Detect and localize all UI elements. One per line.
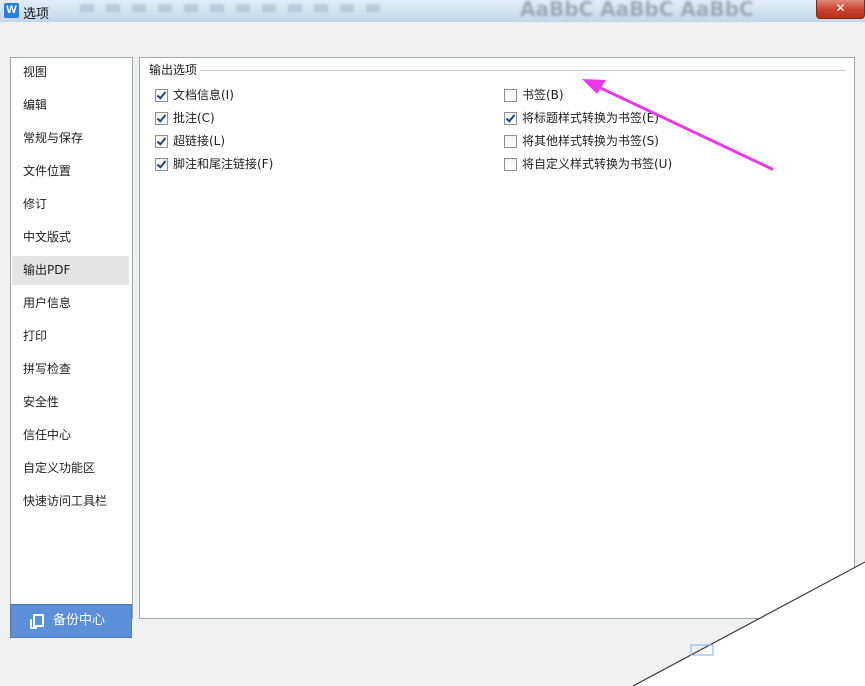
sidebar-item[interactable]: 用户信息 [12, 289, 129, 318]
checkmark-icon [156, 158, 167, 169]
sidebar-item[interactable]: 拼写检查 [12, 355, 129, 384]
checkbox-unchecked[interactable] [504, 158, 517, 171]
checkbox-label: 超链接(L) [173, 134, 226, 148]
checkbox-label: 将标题样式转换为书签(E) [522, 111, 659, 125]
checkmark-icon [156, 89, 167, 100]
sidebar-item[interactable]: 常规与保存 [12, 124, 129, 153]
sidebar-item[interactable]: 信任中心 [12, 421, 129, 450]
checkbox-checked[interactable] [504, 112, 517, 125]
checkbox-checked[interactable] [155, 135, 168, 148]
checkbox-label: 文档信息(I) [173, 88, 234, 102]
title-bar: AaBbC AaBbC AaBbC W 选项 ✕ [0, 0, 865, 22]
backup-icon [30, 614, 44, 629]
checkbox-label: 书签(B) [522, 88, 564, 102]
sidebar-item[interactable]: 安全性 [12, 388, 129, 417]
checkbox-label: 脚注和尾注链接(F) [173, 157, 274, 171]
options-dialog: 视图编辑常规与保存文件位置修订中文版式输出PDF 用户信息打印拼写检查安全性信任中… [0, 22, 865, 686]
checkbox-checked[interactable] [155, 158, 168, 171]
sidebar-item[interactable]: 打印 [12, 322, 129, 351]
group-divider [148, 70, 845, 71]
sidebar-item[interactable]: 文件位置 [12, 157, 129, 186]
output-options-group-label: 输出选项 [146, 62, 201, 78]
background-style-gallery: AaBbC AaBbC AaBbC [520, 0, 754, 21]
checkbox-checked[interactable] [155, 112, 168, 125]
output-pdf-panel: 输出选项 文档信息(I) 批注(C) 超链接(L) 脚注和尾注链接(F) 书签(B) 将标… [139, 57, 855, 619]
checkbox-checked[interactable] [155, 89, 168, 102]
wps-writer-icon: W [4, 3, 19, 18]
checkbox-label: 将其他样式转换为书签(S) [522, 134, 659, 148]
checkmark-icon [156, 135, 167, 146]
sidebar-item[interactable]: 视图 [12, 58, 129, 87]
sidebar-item[interactable]: 自定义功能区 [12, 454, 129, 483]
close-button[interactable]: ✕ [816, 0, 865, 19]
sidebar-item[interactable]: 输出PDF [12, 256, 129, 285]
checkmark-icon [505, 112, 516, 123]
checkmark-icon [156, 112, 167, 123]
checkbox-label: 将自定义样式转换为书签(U) [522, 157, 673, 171]
checkbox-unchecked[interactable] [504, 135, 517, 148]
checkbox-unchecked[interactable] [504, 89, 517, 102]
background-ribbon-blur [80, 4, 380, 12]
sidebar-item[interactable]: 快速访问工具栏 [12, 487, 129, 516]
sidebar-item[interactable]: 编辑 [12, 91, 129, 120]
window-title: 选项 [23, 7, 50, 22]
backup-center-button[interactable]: 备份中心 [10, 604, 132, 638]
sidebar-item[interactable]: 中文版式 [12, 223, 129, 252]
checkbox-label: 批注(C) [173, 111, 215, 125]
sidebar-item[interactable]: 修订 [12, 190, 129, 219]
backup-center-label: 备份中心 [53, 613, 106, 628]
options-sidebar: 视图编辑常规与保存文件位置修订中文版式输出PDF 用户信息打印拼写检查安全性信任中… [10, 57, 133, 619]
